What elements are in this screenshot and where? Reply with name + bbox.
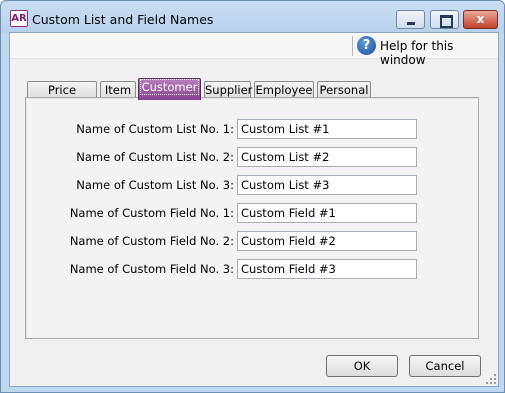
app-logo-icon: AR (10, 10, 28, 27)
window-title: Custom List and Field Names (32, 12, 214, 27)
custom-field-2-input[interactable] (237, 231, 417, 251)
field-row: Name of Custom Field No. 2: (26, 231, 480, 251)
field-row: Name of Custom List No. 1: (26, 119, 480, 139)
tab-label: Employee (255, 83, 313, 97)
custom-list-2-input[interactable] (237, 147, 417, 167)
custom-field-3-label: Name of Custom Field No. 3: (69, 262, 234, 276)
custom-list-3-input[interactable] (237, 175, 417, 195)
field-row: Name of Custom Field No. 3: (26, 259, 480, 279)
tab-customer[interactable]: Customer (138, 78, 201, 100)
help-icon[interactable]: ? (357, 36, 376, 55)
tab-label: Personal (319, 83, 369, 97)
custom-list-3-label: Name of Custom List No. 3: (76, 178, 234, 192)
custom-field-3-input[interactable] (237, 259, 417, 279)
minimize-button[interactable] (396, 10, 425, 29)
maximize-button[interactable] (430, 10, 459, 29)
dialog-client-area: ? Help for this window Price Levels Item… (9, 32, 499, 387)
ok-button[interactable]: OK (326, 355, 398, 377)
field-row: Name of Custom List No. 2: (26, 147, 480, 167)
tab-label: Supplier (205, 83, 253, 97)
close-icon: x (476, 12, 485, 26)
help-toolbar: ? Help for this window (10, 33, 498, 67)
custom-list-1-label: Name of Custom List No. 1: (76, 122, 234, 136)
cancel-button[interactable]: Cancel (409, 355, 481, 377)
tab-label: Item (104, 83, 132, 97)
close-button[interactable]: x (463, 10, 498, 29)
custom-list-2-label: Name of Custom List No. 2: (76, 150, 234, 164)
tab-label: Customer (139, 79, 200, 95)
field-row: Name of Custom Field No. 1: (26, 203, 480, 223)
custom-list-1-input[interactable] (237, 119, 417, 139)
help-link[interactable]: Help for this window (380, 39, 498, 67)
toolbar-divider (352, 36, 353, 56)
resize-grip-icon[interactable] (486, 374, 496, 384)
custom-field-1-input[interactable] (237, 203, 417, 223)
field-row: Name of Custom List No. 3: (26, 175, 480, 195)
customer-tab-panel: Name of Custom List No. 1: Name of Custo… (25, 97, 479, 339)
custom-field-1-label: Name of Custom Field No. 1: (69, 206, 234, 220)
dialog-window: AR Custom List and Field Names x ? Help … (0, 0, 505, 393)
custom-field-2-label: Name of Custom Field No. 2: (69, 234, 234, 248)
title-bar[interactable]: AR Custom List and Field Names x (1, 1, 504, 33)
